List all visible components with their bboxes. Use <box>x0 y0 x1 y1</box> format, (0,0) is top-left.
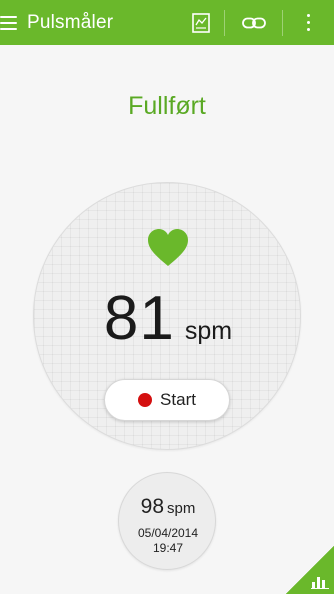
last-record-date: 05/04/2014 <box>137 526 199 540</box>
heart-rate-readout: 81 spm <box>34 283 302 354</box>
last-record-time: 19:47 <box>152 541 184 555</box>
hamburger-menu-icon[interactable] <box>0 0 22 45</box>
heart-rate-screen: Pulsmåler Fullført 81 spm Start 98 spm 0… <box>0 0 334 594</box>
app-title[interactable]: Pulsmåler <box>27 12 113 34</box>
action-bar: Pulsmåler <box>0 0 334 45</box>
report-button[interactable] <box>178 0 224 45</box>
heart-rate-unit: spm <box>184 317 233 345</box>
more-vertical-icon <box>307 14 310 31</box>
action-bar-actions <box>178 0 334 45</box>
start-button[interactable]: Start <box>104 379 230 421</box>
measurement-panel: 81 spm Start <box>33 182 301 450</box>
trend-button[interactable] <box>286 546 334 594</box>
more-options-button[interactable] <box>282 9 334 36</box>
last-record-unit: spm <box>167 500 196 517</box>
record-dot-icon <box>138 393 153 407</box>
start-button-label: Start <box>160 390 196 409</box>
link-button[interactable] <box>224 9 282 36</box>
measurement-status: Fullført <box>128 92 206 120</box>
heart-icon <box>148 229 188 266</box>
last-record-readout: 98 spm <box>119 495 217 519</box>
link-icon <box>241 17 266 28</box>
last-record-button[interactable]: 98 spm 05/04/2014 19:47 <box>118 472 216 570</box>
bar-chart-icon <box>311 577 329 589</box>
last-record-value: 98 <box>140 495 164 518</box>
heart-rate-value: 81 <box>103 284 175 353</box>
report-icon <box>192 12 210 33</box>
